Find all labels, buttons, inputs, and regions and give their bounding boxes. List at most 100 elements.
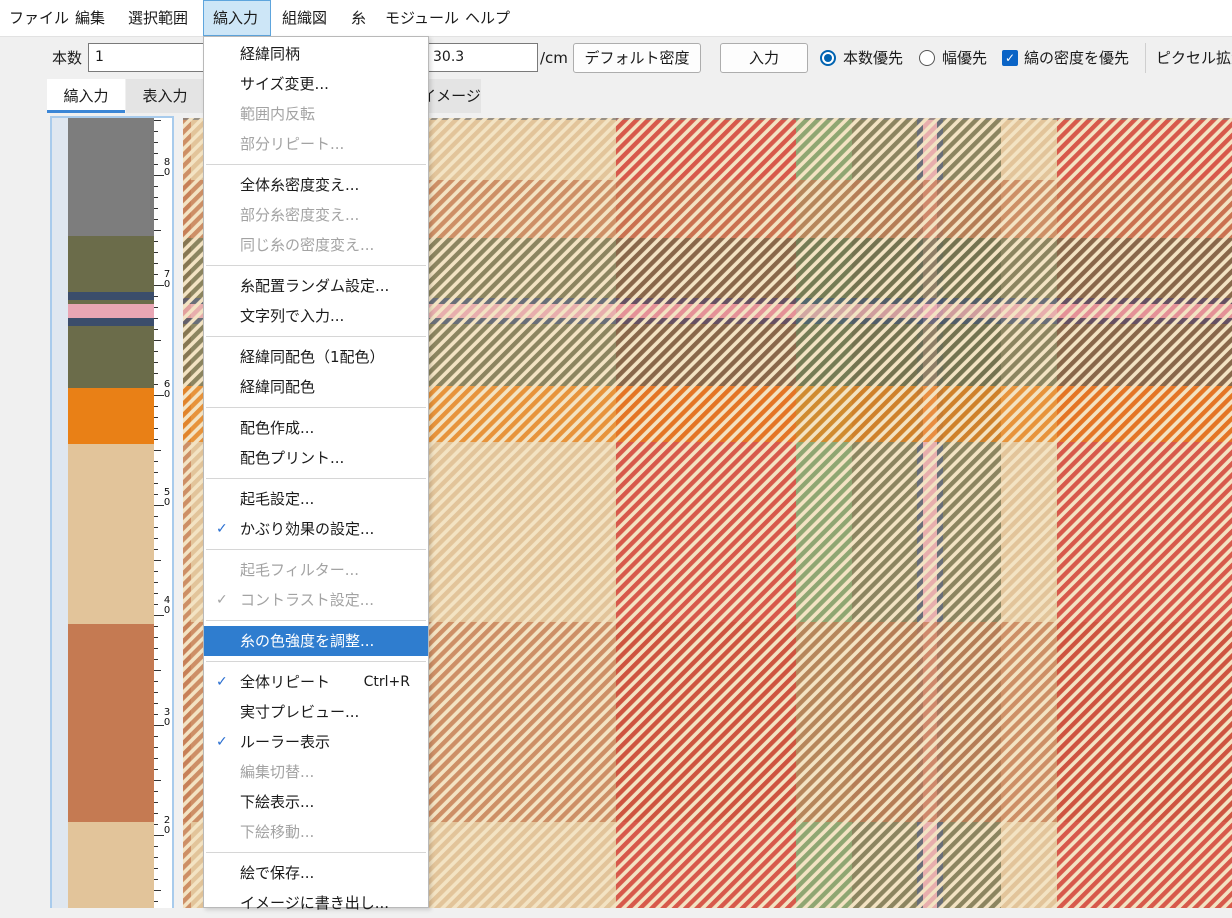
- ruler-label: 7 0: [163, 269, 171, 290]
- ruler-tick: [154, 384, 158, 385]
- stripe-color-segment[interactable]: [68, 326, 154, 388]
- width-priority-label[interactable]: 幅優先: [942, 37, 987, 79]
- menu-item-27[interactable]: 実寸プレビュー...: [204, 697, 428, 727]
- menu-item-31[interactable]: 下絵移動...: [204, 817, 428, 847]
- menu-item-19[interactable]: ✓ かぶり効果の設定...: [204, 514, 428, 544]
- menu-item-34[interactable]: イメージに書き出し...: [204, 888, 428, 918]
- stripe-strip[interactable]: 8 0 7 0 6 0 5 0 4 0 3 0 2 0: [50, 116, 174, 908]
- menu-item-16[interactable]: 配色プリント...: [204, 443, 428, 473]
- menu-stripe-input[interactable]: 縞入力: [203, 0, 271, 36]
- menu-item-3[interactable]: 部分リピート...: [204, 129, 428, 159]
- ruler-tick: [154, 593, 158, 594]
- menu-item-label: コントラスト設定...: [240, 591, 375, 609]
- stripe-color-segment[interactable]: [68, 388, 154, 444]
- stripe-color-segment[interactable]: [68, 304, 154, 318]
- menu-weave-diagram[interactable]: 組織図: [273, 0, 336, 36]
- menu-item-9[interactable]: 糸配置ランダム設定...: [204, 271, 428, 301]
- menu-item-28[interactable]: ✓ ルーラー表示: [204, 727, 428, 757]
- menu-item-0[interactable]: 経緯同柄: [204, 39, 428, 69]
- menu-item-2[interactable]: 範囲内反転: [204, 99, 428, 129]
- checkmark-icon: ✓: [216, 674, 228, 690]
- ruler-tick: [154, 791, 158, 792]
- menu-item-label: ルーラー表示: [240, 733, 331, 751]
- ruler-tick: [154, 417, 158, 418]
- menu-item-21[interactable]: 起毛フィルター...: [204, 555, 428, 585]
- menu-item-26[interactable]: ✓ 全体リピート Ctrl+R: [204, 667, 428, 697]
- ruler-label: 2 0: [163, 815, 171, 836]
- ruler-tick: [154, 780, 161, 781]
- menu-item-label: 経緯同配色（1配色）: [240, 348, 385, 366]
- menu-selection[interactable]: 選択範囲: [119, 0, 197, 36]
- tab-stripe-input[interactable]: 縞入力: [47, 79, 125, 113]
- radio-selected-icon[interactable]: [820, 50, 836, 66]
- menu-item-5[interactable]: 全体糸密度変え...: [204, 170, 428, 200]
- menu-item-18[interactable]: 起毛設定...: [204, 484, 428, 514]
- default-density-button[interactable]: デフォルト密度: [573, 43, 701, 73]
- ruler-tick: [154, 582, 158, 583]
- radio-unselected-icon[interactable]: [919, 50, 935, 66]
- menu-item-label: 実寸プレビュー...: [240, 703, 360, 721]
- ruler: 8 0 7 0 6 0 5 0 4 0 3 0 2 0: [154, 118, 172, 908]
- ruler-tick: [154, 769, 158, 770]
- ruler-tick: [154, 549, 158, 550]
- ruler-label: 5 0: [163, 487, 171, 508]
- menu-item-label: 経緯同配色: [240, 378, 316, 396]
- menu-item-10[interactable]: 文字列で入力...: [204, 301, 428, 331]
- menu-item-7[interactable]: 同じ糸の密度変え...: [204, 230, 428, 260]
- ruler-tick: [154, 681, 158, 682]
- checkmark-icon: ✓: [216, 521, 228, 537]
- ruler-tick: [154, 197, 158, 198]
- ruler-tick: [154, 802, 158, 803]
- ruler-tick: [154, 758, 158, 759]
- stripe-color-segment[interactable]: [68, 822, 154, 908]
- menu-yarn[interactable]: 糸: [342, 0, 375, 36]
- stripe-color-segment[interactable]: [68, 318, 154, 326]
- input-button[interactable]: 入力: [720, 43, 808, 73]
- checkbox-checked-icon[interactable]: ✓: [1002, 50, 1018, 66]
- menu-item-label: 編集切替...: [240, 763, 315, 781]
- menu-item-22[interactable]: ✓ コントラスト設定...: [204, 585, 428, 615]
- menu-item-label: かぶり効果の設定...: [240, 520, 375, 538]
- menu-item-6[interactable]: 部分糸密度変え...: [204, 200, 428, 230]
- density-input[interactable]: 30.3: [426, 43, 538, 72]
- stripe-color-segment[interactable]: [68, 624, 154, 822]
- stripe-color-segment[interactable]: [68, 292, 154, 300]
- ruler-tick: [154, 274, 158, 275]
- tab-table-input[interactable]: 表入力: [126, 79, 204, 113]
- ruler-tick: [154, 362, 158, 363]
- stripe-color-segment[interactable]: [68, 444, 154, 624]
- ruler-tick: [154, 571, 158, 572]
- density-unit: /cm: [540, 49, 568, 67]
- ruler-tick: [154, 659, 158, 660]
- stripe-color-segment[interactable]: [68, 118, 154, 236]
- menu-help[interactable]: ヘルプ: [456, 0, 519, 36]
- ruler-tick: [154, 208, 158, 209]
- ruler-tick: [154, 439, 158, 440]
- count-label: 本数: [52, 49, 83, 67]
- menu-item-15[interactable]: 配色作成...: [204, 413, 428, 443]
- menu-module[interactable]: モジュール: [376, 0, 468, 36]
- count-priority-label[interactable]: 本数優先: [843, 37, 903, 79]
- ruler-tick: [154, 692, 158, 693]
- ruler-tick: [154, 461, 158, 462]
- ruler-tick: [154, 153, 158, 154]
- ruler-tick: [154, 263, 158, 264]
- menu-edit[interactable]: 編集: [66, 0, 114, 36]
- menu-item-12[interactable]: 経緯同配色（1配色）: [204, 342, 428, 372]
- menu-item-30[interactable]: 下絵表示...: [204, 787, 428, 817]
- menu-separator: [206, 478, 426, 479]
- menu-item-24[interactable]: 糸の色強度を調整...: [204, 626, 428, 656]
- checkmark-icon: ✓: [216, 734, 228, 750]
- stripe-colors[interactable]: [68, 118, 154, 908]
- menu-item-33[interactable]: 絵で保存...: [204, 858, 428, 888]
- menu-item-1[interactable]: サイズ変更...: [204, 69, 428, 99]
- ruler-tick: [154, 516, 158, 517]
- ruler-tick: [154, 857, 158, 858]
- stripe-density-priority-label[interactable]: 縞の密度を優先: [1024, 37, 1129, 79]
- stripe-color-segment[interactable]: [68, 236, 154, 292]
- menu-item-13[interactable]: 経緯同配色: [204, 372, 428, 402]
- menu-item-29[interactable]: 編集切替...: [204, 757, 428, 787]
- count-input[interactable]: 1: [88, 43, 204, 72]
- ruler-tick: [154, 538, 158, 539]
- menu-item-label: 全体リピート: [240, 673, 331, 691]
